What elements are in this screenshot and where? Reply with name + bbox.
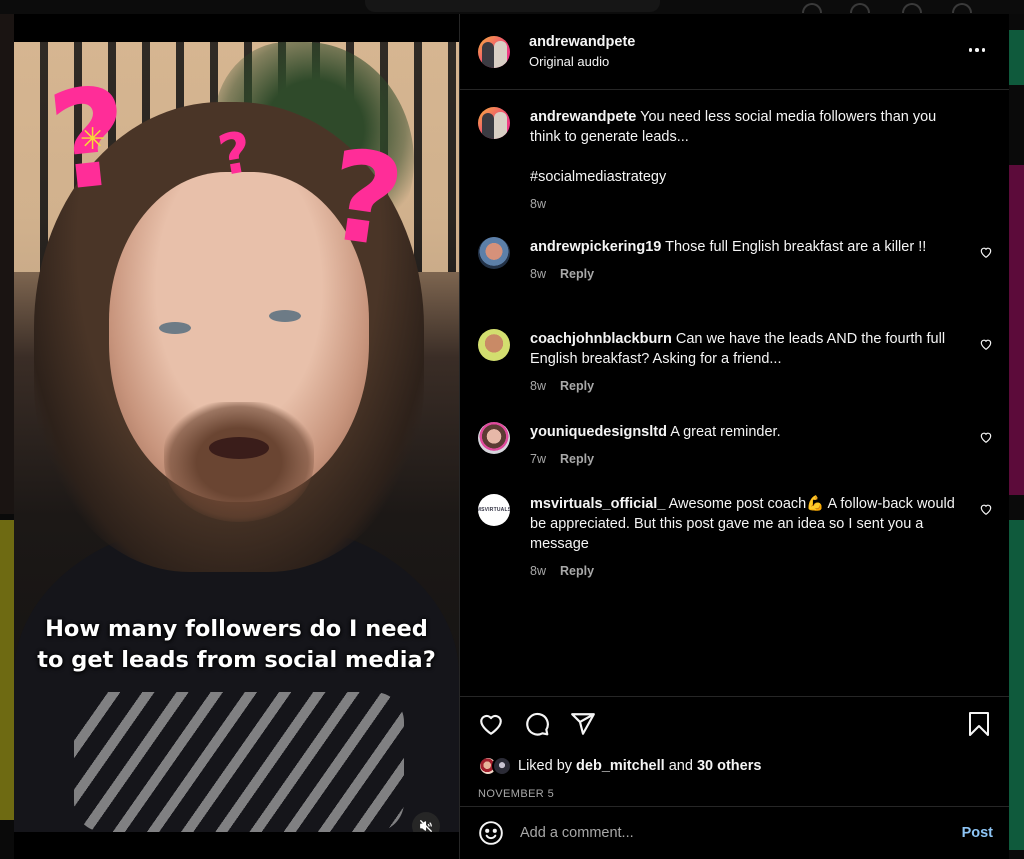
person-eye	[159, 322, 191, 334]
caption-username[interactable]: andrewandpete	[530, 109, 636, 125]
heart-outline-icon[interactable]	[979, 502, 993, 516]
comment-item: MSVIRTUALS msvirtuals_official_ Awesome …	[478, 494, 993, 578]
heart-outline-icon[interactable]	[979, 245, 993, 259]
more-horizontal-icon	[968, 48, 973, 52]
reply-button[interactable]: Reply	[560, 564, 594, 578]
video-overlay-caption: How many followers do I need to get lead…	[37, 616, 436, 673]
comment-text: A great reminder.	[670, 424, 781, 440]
commenter-avatar[interactable]	[478, 422, 510, 454]
post-actions: Liked by deb_mitchell and 30 others NOVE…	[460, 696, 1009, 806]
comment-item: coachjohnblackburn Can we have the leads…	[478, 329, 993, 393]
comment-time: 8w	[530, 564, 546, 578]
emoji-smile-icon[interactable]	[478, 820, 504, 846]
comment-item: youniquedesignsltd A great reminder. 7w R…	[478, 422, 993, 466]
caption-hashtag[interactable]: #socialmediastrategy	[530, 167, 960, 187]
post-side-panel: andrewandpete Original audio andrewandpe…	[459, 14, 1009, 859]
liker-avatar	[492, 756, 512, 776]
person-mouth	[209, 437, 269, 459]
background-tile	[1009, 165, 1024, 495]
reel-video[interactable]: ? ? ? ✳ How many followers do I need to …	[14, 42, 459, 832]
background-tile	[0, 520, 14, 820]
author-avatar[interactable]	[478, 107, 510, 139]
liked-by-user[interactable]: deb_mitchell	[576, 758, 665, 774]
liked-by-text[interactable]: Liked by deb_mitchell and 30 others	[518, 758, 761, 774]
commenter-username[interactable]: youniquedesignsltd	[530, 424, 667, 440]
comment-time: 8w	[530, 267, 546, 281]
heart-outline-icon[interactable]	[979, 430, 993, 444]
post-date[interactable]: NOVEMBER 5	[478, 788, 554, 800]
comment-item: andrewpickering19 Those full English bre…	[478, 237, 993, 281]
post-comment-button[interactable]: Post	[962, 825, 993, 841]
post-caption: andrewandpete You need less social media…	[478, 107, 993, 211]
like-button[interactable]	[478, 711, 504, 737]
heart-outline-icon[interactable]	[979, 337, 993, 351]
liked-by-others[interactable]: 30 others	[697, 758, 761, 774]
speaker-muted-icon	[420, 820, 432, 832]
post-header: andrewandpete Original audio	[460, 14, 1009, 90]
commenter-avatar[interactable]: MSVIRTUALS	[478, 494, 510, 526]
commenter-username[interactable]: andrewpickering19	[530, 239, 661, 255]
add-comment-bar: Post	[460, 806, 1009, 859]
comment-text: Those full English breakfast are a kille…	[665, 239, 927, 255]
sparkle-sticker: ✳	[80, 123, 106, 156]
author-avatar[interactable]	[478, 35, 510, 68]
media-panel: ? ? ? ✳ How many followers do I need to …	[14, 14, 459, 859]
post-modal: ? ? ? ✳ How many followers do I need to …	[14, 14, 1009, 859]
reply-button[interactable]: Reply	[560, 452, 594, 466]
liked-by-row[interactable]: Liked by deb_mitchell and 30 others	[478, 756, 761, 776]
comment-input[interactable]	[520, 825, 962, 841]
reply-button[interactable]: Reply	[560, 267, 594, 281]
save-bookmark-button[interactable]	[967, 711, 991, 737]
more-horizontal-icon	[981, 48, 986, 52]
more-horizontal-icon	[975, 48, 979, 52]
author-username[interactable]: andrewandpete	[529, 34, 635, 50]
background-tile	[1009, 520, 1024, 850]
comment-time: 8w	[530, 379, 546, 393]
caption-time: 8w	[530, 197, 546, 211]
person-beard	[164, 402, 314, 522]
person-eye	[269, 310, 301, 322]
background-tile	[0, 14, 14, 514]
mute-button[interactable]	[412, 812, 440, 832]
caption-text: andrewandpete You need less social media…	[530, 109, 941, 145]
background-search-bar	[365, 0, 660, 12]
share-button[interactable]	[570, 711, 596, 737]
comment-time: 7w	[530, 452, 546, 466]
commenter-avatar[interactable]	[478, 237, 510, 269]
comment-button[interactable]	[524, 711, 550, 737]
commenter-username[interactable]: msvirtuals_official_	[530, 496, 665, 512]
background-tile	[1009, 30, 1024, 85]
comments-list[interactable]: andrewandpete You need less social media…	[460, 91, 1009, 696]
more-options-button[interactable]	[965, 42, 989, 58]
audio-label[interactable]: Original audio	[529, 54, 635, 69]
commenter-username[interactable]: coachjohnblackburn	[530, 331, 672, 347]
reply-button[interactable]: Reply	[560, 379, 594, 393]
commenter-avatar[interactable]	[478, 329, 510, 361]
shirt-print	[74, 692, 404, 832]
